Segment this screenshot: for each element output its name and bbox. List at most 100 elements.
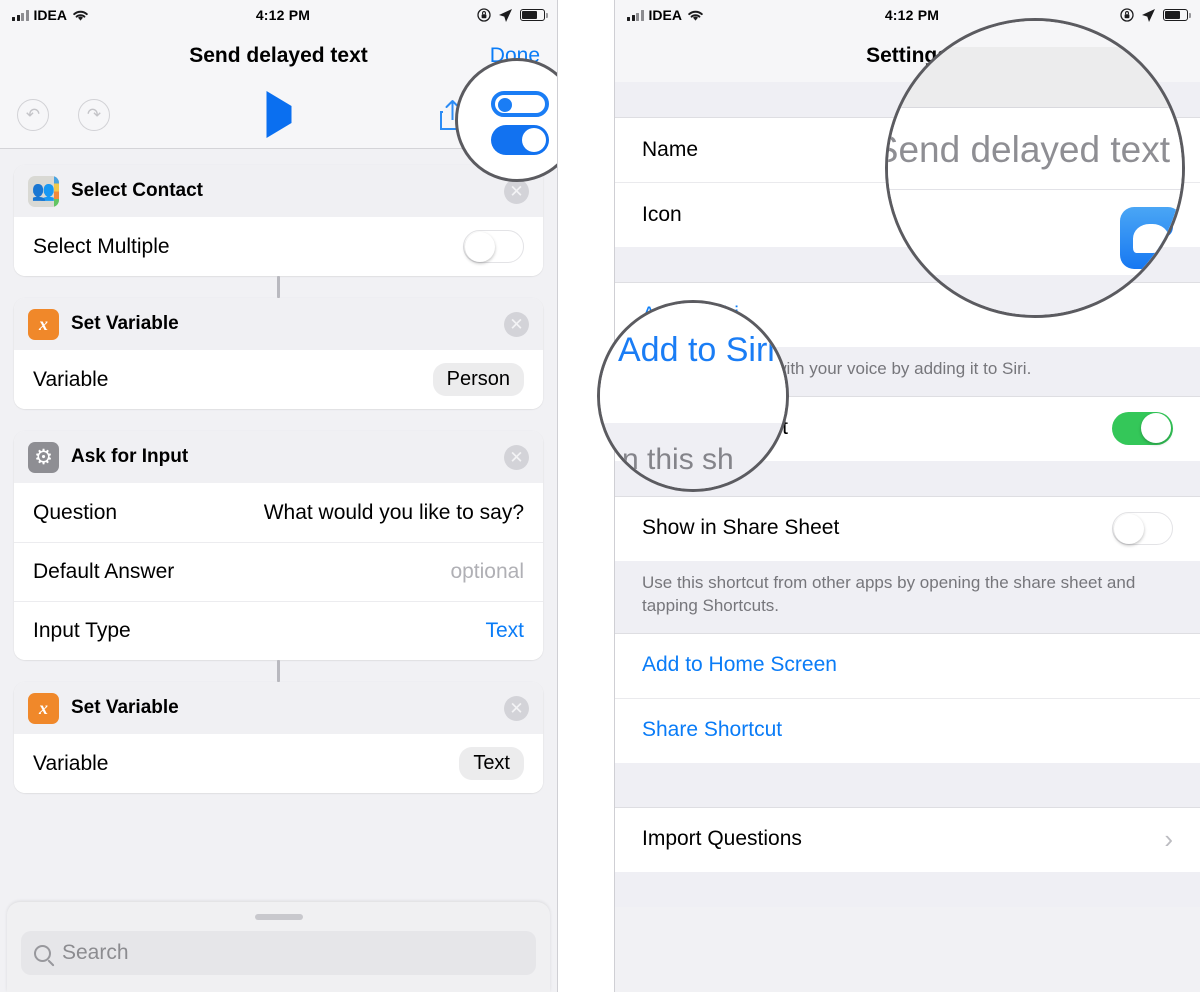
- action-card-ask-for-input[interactable]: ⚙ Ask for Input ✕ Question What would yo…: [14, 431, 543, 660]
- row-label: Name: [642, 137, 699, 161]
- share-sheet-footer-text: Use this shortcut from other apps by ope…: [615, 560, 1200, 633]
- callout-name-value-text: Send delayed text: [885, 129, 1170, 170]
- callout-add-to-siri-text: Add to Siri: [618, 331, 775, 369]
- close-circle-icon[interactable]: ✕: [504, 311, 529, 337]
- action-row-select-multiple[interactable]: Select Multiple: [14, 217, 543, 276]
- callout-content: Send delayed text: [885, 21, 1182, 315]
- play-button[interactable]: [266, 91, 291, 138]
- rotation-lock-icon: [1120, 8, 1134, 22]
- dual-screenshot-container: IDEA 4:12 PM Send delayed text Done ↶ ↷ …: [0, 0, 1200, 992]
- action-title: Select Contact: [71, 180, 203, 201]
- settings-group-import: Import Questions ›: [615, 806, 1200, 872]
- workflow-action-list: 👥 Select Contact ✕ Select Multiple x Set…: [0, 149, 557, 793]
- contacts-color-strip: [54, 175, 59, 207]
- left-phone-screen: IDEA 4:12 PM Send delayed text Done ↶ ↷ …: [0, 0, 558, 992]
- variable-pill[interactable]: Person: [432, 363, 524, 396]
- row-label: Default Answer: [33, 559, 175, 583]
- select-multiple-switch[interactable]: [463, 230, 524, 263]
- carrier-label: IDEA: [33, 7, 67, 23]
- status-bar-right-group: [477, 8, 548, 23]
- section-spacer: [615, 762, 1200, 807]
- action-row-question[interactable]: Question What would you like to say?: [14, 483, 543, 542]
- variable-pill[interactable]: Text: [459, 747, 524, 780]
- toggle-top-track: [491, 91, 549, 117]
- callout-messages-app-icon: [1120, 207, 1182, 269]
- toggle-bottom-track: [491, 125, 549, 155]
- toggle-top-knob: [498, 98, 512, 112]
- settings-toggles-icon: [458, 61, 557, 179]
- toggle-bottom-knob: [522, 128, 546, 152]
- card-spacer: [14, 409, 543, 431]
- row-label: Select Multiple: [33, 234, 170, 258]
- section-spacer: [615, 871, 1200, 907]
- row-label: Import Questions: [642, 827, 802, 851]
- show-in-widget-switch[interactable]: [1112, 411, 1173, 445]
- settings-group-actions: Add to Home Screen Share Shortcut: [615, 632, 1200, 763]
- row-value-placeholder[interactable]: optional: [450, 560, 524, 584]
- search-input[interactable]: Search: [21, 931, 536, 975]
- battery-icon: [1163, 9, 1191, 21]
- battery-icon: [520, 9, 548, 21]
- action-card-select-contact[interactable]: 👥 Select Contact ✕ Select Multiple: [14, 165, 543, 276]
- wifi-icon: [688, 10, 703, 21]
- play-icon: [266, 91, 291, 138]
- cellular-signal-icon: [12, 9, 29, 21]
- action-connector: [277, 660, 280, 682]
- add-to-home-screen-label[interactable]: Add to Home Screen: [642, 653, 837, 677]
- settings-toggles-callout: [455, 58, 557, 182]
- settings-row-add-to-home-screen[interactable]: Add to Home Screen: [615, 632, 1200, 698]
- panel-divider: [558, 0, 614, 992]
- add-to-siri-callout: Add to Siri n this sh: [597, 300, 789, 492]
- rotation-lock-icon: [477, 8, 491, 22]
- close-circle-icon[interactable]: ✕: [504, 178, 529, 204]
- close-circle-icon[interactable]: ✕: [504, 444, 529, 470]
- drag-handle[interactable]: [254, 914, 303, 920]
- action-card-header: x Set Variable ✕: [14, 298, 543, 350]
- page-title: Send delayed text: [189, 44, 368, 67]
- action-card-set-variable-person[interactable]: x Set Variable ✕ Variable Person: [14, 298, 543, 409]
- wifi-icon: [73, 10, 88, 21]
- row-value-link[interactable]: Text: [485, 619, 524, 643]
- action-library-drawer[interactable]: Search: [7, 902, 550, 992]
- row-label: Input Type: [33, 618, 131, 642]
- callout-speech-bubble-glyph: [1133, 223, 1169, 253]
- action-row-variable[interactable]: Variable Text: [14, 734, 543, 793]
- settings-row-share-shortcut[interactable]: Share Shortcut: [615, 697, 1200, 763]
- settings-group-share-sheet: Show in Share Sheet: [615, 495, 1200, 561]
- row-label: Variable: [33, 367, 109, 391]
- carrier-label: IDEA: [648, 7, 682, 23]
- variable-x-icon: x: [28, 692, 59, 724]
- show-in-share-sheet-switch[interactable]: [1112, 511, 1173, 545]
- status-bar-left: IDEA 4:12 PM: [0, 0, 557, 30]
- name-field-callout: Send delayed text: [885, 18, 1185, 318]
- action-title: Set Variable: [71, 697, 179, 718]
- action-row-default-answer[interactable]: Default Answer optional: [14, 542, 543, 601]
- redo-icon[interactable]: ↷: [78, 99, 110, 131]
- chevron-right-icon: ›: [1164, 824, 1173, 855]
- row-label: Show in Share Sheet: [642, 516, 840, 540]
- close-circle-icon[interactable]: ✕: [504, 695, 529, 721]
- settings-row-show-in-share-sheet[interactable]: Show in Share Sheet: [615, 495, 1200, 561]
- row-value[interactable]: What would you like to say?: [264, 501, 524, 525]
- callout-content: Add to Siri n this sh: [600, 303, 786, 489]
- cellular-signal-icon: [627, 9, 644, 21]
- action-title: Set Variable: [71, 313, 179, 334]
- search-placeholder: Search: [62, 941, 129, 964]
- action-card-header: ⚙ Ask for Input ✕: [14, 431, 543, 483]
- status-bar-left-group: IDEA: [627, 7, 704, 23]
- location-arrow-icon: [499, 8, 512, 22]
- callout-siri-footer-partial: n this sh: [622, 443, 734, 476]
- action-row-variable[interactable]: Variable Person: [14, 350, 543, 409]
- share-shortcut-label[interactable]: Share Shortcut: [642, 718, 782, 742]
- row-label: Question: [33, 500, 118, 524]
- action-card-set-variable-text[interactable]: x Set Variable ✕ Variable Text: [14, 682, 543, 793]
- action-row-input-type[interactable]: Input Type Text: [14, 601, 543, 660]
- undo-redo-group: ↶ ↷: [17, 99, 110, 131]
- contacts-people-glyph: 👥: [31, 180, 56, 202]
- action-connector: [277, 276, 280, 298]
- gear-icon: ⚙: [28, 441, 59, 473]
- clock-label: 4:12 PM: [255, 7, 311, 23]
- row-label: Icon: [642, 202, 682, 226]
- settings-row-import-questions[interactable]: Import Questions ›: [615, 806, 1200, 872]
- undo-icon[interactable]: ↶: [17, 99, 49, 131]
